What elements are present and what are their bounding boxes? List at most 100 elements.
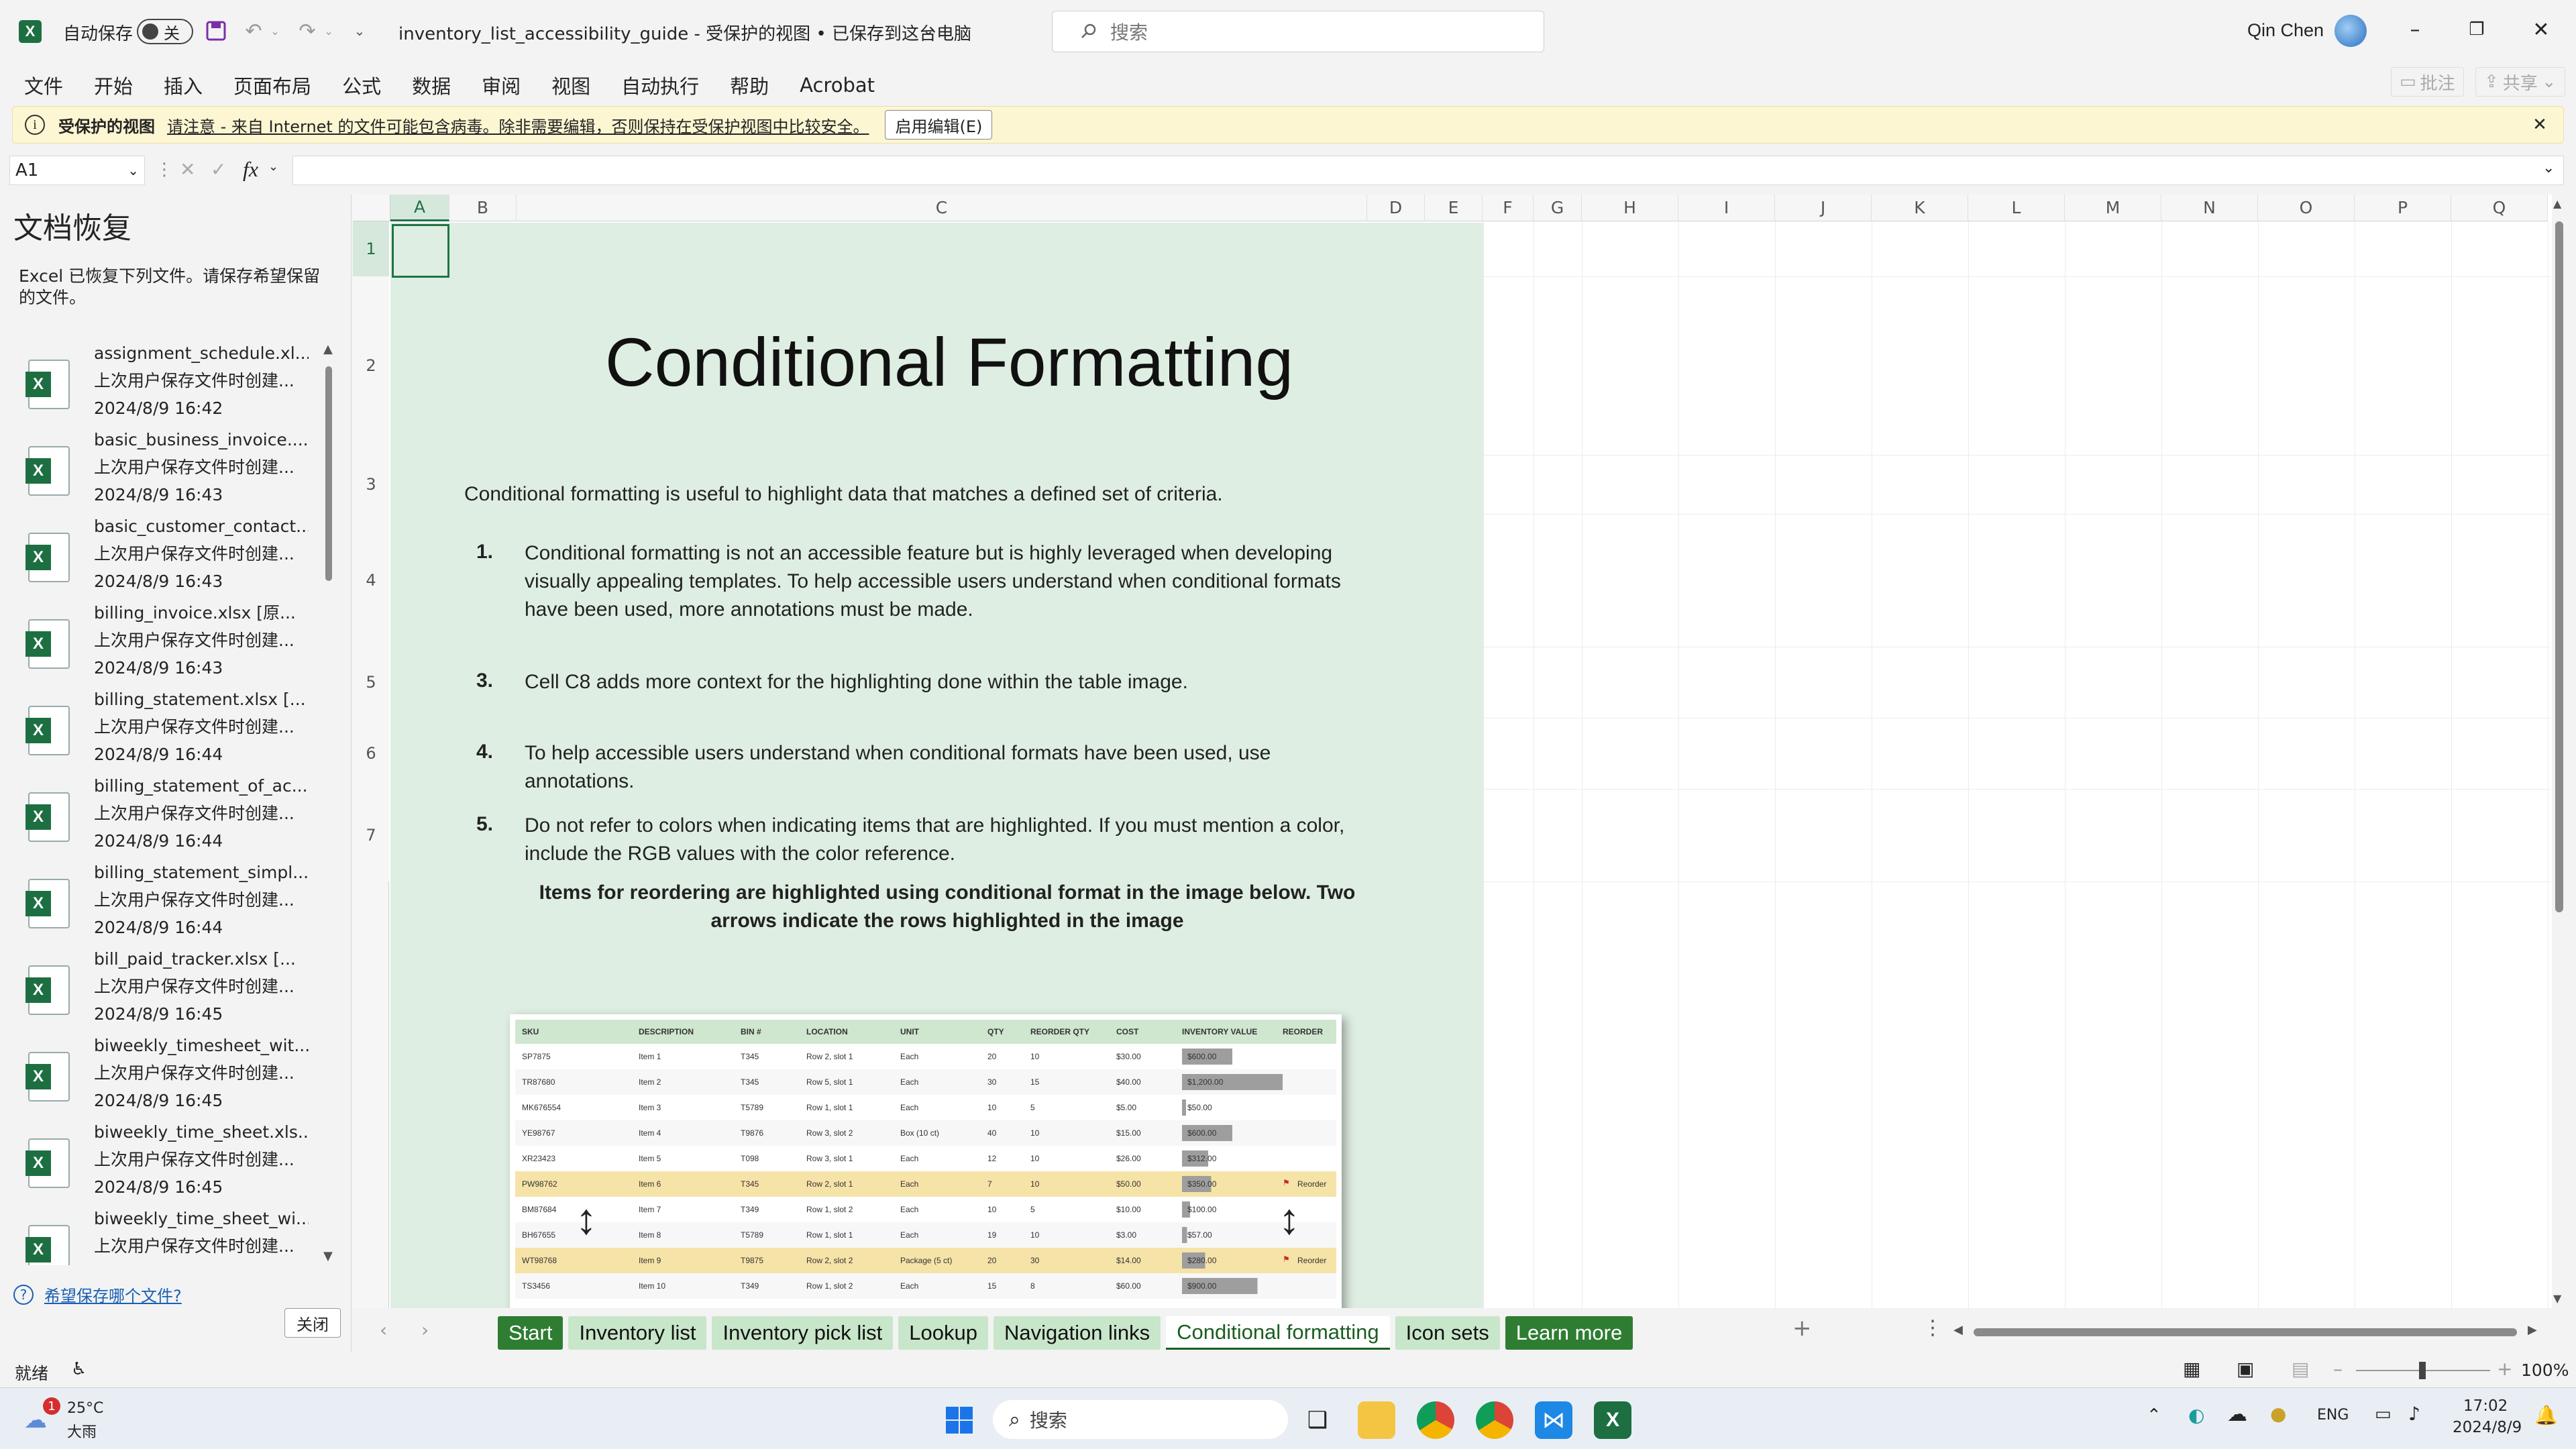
accessibility-icon[interactable]: ♿	[71, 1359, 87, 1379]
cell-a1-selection[interactable]	[392, 224, 449, 278]
zoom-slider-thumb[interactable]	[2419, 1362, 2426, 1379]
expand-formula-icon[interactable]: ⌄	[2542, 160, 2555, 176]
row-header-1[interactable]: 1	[353, 221, 389, 276]
menu-item-8[interactable]: 自动执行	[621, 71, 699, 99]
zoom-out-icon[interactable]: –	[2333, 1358, 2343, 1380]
edge-tray-icon[interactable]: ◐	[2188, 1404, 2204, 1426]
vscode-icon[interactable]: ⋈	[1535, 1401, 1572, 1439]
row-header-2[interactable]: 2	[353, 276, 389, 455]
menu-item-4[interactable]: 公式	[342, 71, 381, 99]
network-icon[interactable]: ▭	[2375, 1404, 2392, 1424]
close-window-icon[interactable]: ✕	[2528, 16, 2555, 43]
save-icon[interactable]	[204, 19, 228, 43]
chrome-icon[interactable]	[1417, 1401, 1454, 1439]
column-header-L[interactable]: L	[1968, 195, 2065, 221]
excel-taskbar-icon[interactable]: X	[1594, 1401, 1631, 1439]
chrome-profile-icon[interactable]	[1476, 1401, 1513, 1439]
taskbar-search[interactable]: ⌕ 搜索	[993, 1400, 1288, 1439]
column-header-N[interactable]: N	[2161, 195, 2258, 221]
column-header-F[interactable]: F	[1483, 195, 1534, 221]
file-explorer-icon[interactable]	[1358, 1401, 1395, 1439]
recovery-item[interactable]: Xbiweekly_time_sheet_wi... 上次用户保存文件时创建...…	[19, 1205, 309, 1265]
row-header-7[interactable]: 7	[353, 789, 389, 881]
scroll-thumb[interactable]	[325, 366, 332, 581]
menu-item-9[interactable]: 帮助	[730, 71, 769, 99]
sheet-tab-6[interactable]: Icon sets	[1395, 1316, 1500, 1350]
row-header-3[interactable]: 3	[353, 455, 389, 514]
menu-item-1[interactable]: 开始	[94, 71, 133, 99]
sheet-tab-4[interactable]: Navigation links	[993, 1316, 1161, 1350]
next-sheet-icon[interactable]: ›	[421, 1319, 429, 1341]
enable-editing-button[interactable]: 启用编辑(E)	[885, 110, 993, 140]
worksheet-grid[interactable]: ABCDEFGHIJKLMNOPQ 1234567 Conditional Fo…	[353, 195, 2567, 1308]
vscroll-up-icon[interactable]: ▲	[2553, 197, 2561, 210]
cancel-formula-icon[interactable]: ✕	[180, 158, 195, 180]
sheet-tab-0[interactable]: Start	[498, 1316, 564, 1350]
vertical-scrollbar[interactable]: ▲ ▼	[2552, 195, 2567, 1308]
add-sheet-icon[interactable]: +	[1792, 1315, 1812, 1342]
vscroll-thumb[interactable]	[2555, 221, 2563, 912]
restore-icon[interactable]: ❐	[2463, 16, 2490, 43]
page-layout-icon[interactable]: ▣	[2237, 1358, 2254, 1380]
column-header-C[interactable]: C	[517, 195, 1367, 221]
recovery-item[interactable]: Xbilling_statement.xlsx [... 上次用户保存文件时创建.…	[19, 686, 306, 771]
tray-chevron-icon[interactable]: ⌃	[2147, 1405, 2161, 1426]
recovery-item[interactable]: Xbasic_customer_contact... 上次用户保存文件时创建...…	[19, 513, 309, 598]
column-header-H[interactable]: H	[1582, 195, 1678, 221]
column-header-O[interactable]: O	[2258, 195, 2355, 221]
sheet-tab-3[interactable]: Lookup	[898, 1316, 988, 1350]
recovery-item[interactable]: Xbasic_business_invoice.... 上次用户保存文件时创建..…	[19, 426, 309, 512]
close-bar-icon[interactable]: ✕	[2528, 113, 2551, 136]
notification-icon[interactable]: 🔔	[2534, 1404, 2558, 1426]
clock-time[interactable]: 17:02	[2463, 1397, 2508, 1415]
page-break-icon[interactable]: ▤	[2292, 1358, 2309, 1380]
recovery-item[interactable]: Xassignment_schedule.xl... 上次用户保存文件时创建...…	[19, 339, 309, 425]
row-header-4[interactable]: 4	[353, 514, 389, 647]
menu-item-2[interactable]: 插入	[164, 71, 203, 99]
column-header-D[interactable]: D	[1367, 195, 1425, 221]
language-indicator[interactable]: ENG	[2317, 1407, 2349, 1424]
horizontal-scrollbar[interactable]: ◀ ▶	[1953, 1323, 2544, 1342]
column-header-I[interactable]: I	[1678, 195, 1775, 221]
customize-toolbar-icon[interactable]: ⌄	[350, 21, 369, 40]
recovery-item[interactable]: Xbilling_statement_simpl... 上次用户保存文件时创建..…	[19, 859, 309, 945]
vscroll-down-icon[interactable]: ▼	[2553, 1292, 2561, 1305]
menu-item-10[interactable]: Acrobat	[800, 74, 875, 97]
recovery-item[interactable]: Xbiweekly_timesheet_wit... 上次用户保存文件时创建...…	[19, 1032, 309, 1118]
column-header-Q[interactable]: Q	[2451, 195, 2548, 221]
recovery-item[interactable]: Xbiweekly_time_sheet.xls... 上次用户保存文件时创建..…	[19, 1118, 309, 1204]
clock-date[interactable]: 2024/8/9	[2453, 1419, 2522, 1436]
scroll-up-icon[interactable]: ▲	[323, 342, 333, 356]
volume-icon[interactable]: ♪	[2408, 1403, 2420, 1425]
sheet-tab-1[interactable]: Inventory list	[568, 1316, 707, 1350]
undo-dropdown-icon[interactable]: ⌄	[268, 23, 282, 39]
column-header-M[interactable]: M	[2065, 195, 2161, 221]
weather-widget[interactable]: ☁ 1 25°C 大雨	[20, 1397, 154, 1442]
zoom-slider[interactable]	[2356, 1362, 2490, 1379]
column-header-E[interactable]: E	[1425, 195, 1483, 221]
redo-icon[interactable]: ↷	[295, 19, 319, 43]
tray-app-icon[interactable]: ●	[2270, 1403, 2286, 1425]
sheet-tab-5[interactable]: Conditional formatting	[1166, 1316, 1390, 1350]
formula-input[interactable]	[292, 156, 2564, 185]
insert-function-icon[interactable]: fx	[243, 157, 258, 182]
enter-formula-icon[interactable]: ✓	[211, 158, 226, 180]
menu-item-3[interactable]: 页面布局	[233, 71, 311, 99]
task-view-icon[interactable]: ❑	[1299, 1401, 1336, 1439]
name-box[interactable]: A1 ⌄	[9, 156, 145, 185]
share-button[interactable]: ⇪ 共享 ⌄	[2475, 67, 2565, 97]
comments-button[interactable]: ▭ 批注	[2391, 67, 2464, 97]
onedrive-icon[interactable]: ☁	[2227, 1403, 2247, 1426]
recovery-item[interactable]: Xbill_paid_tracker.xlsx [... 上次用户保存文件时创建.…	[19, 945, 301, 1031]
recovery-item[interactable]: Xbilling_invoice.xlsx [原... 上次用户保存文件时创建..…	[19, 599, 301, 685]
column-header-A[interactable]: A	[390, 195, 449, 221]
recovery-item[interactable]: Xbilling_statement_of_ac... 上次用户保存文件时创建..…	[19, 772, 308, 858]
user-name[interactable]: Qin Chen	[2247, 20, 2324, 41]
menu-item-7[interactable]: 视图	[551, 71, 590, 99]
menu-item-6[interactable]: 审阅	[482, 71, 521, 99]
sheet-tab-2[interactable]: Inventory pick list	[712, 1316, 894, 1350]
start-icon[interactable]	[941, 1401, 978, 1439]
minimize-icon[interactable]: –	[2402, 16, 2428, 43]
close-recovery-button[interactable]: 关闭	[284, 1308, 341, 1338]
undo-icon[interactable]: ↶	[241, 19, 266, 43]
